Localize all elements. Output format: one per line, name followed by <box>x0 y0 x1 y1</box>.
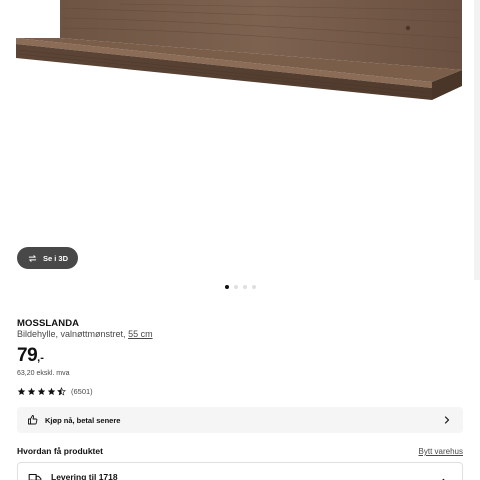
product-name: MOSSLANDA <box>17 318 80 329</box>
star-icon <box>37 387 46 395</box>
product-rating[interactable]: (6501) <box>17 387 93 396</box>
view-in-3d-button[interactable]: Se i 3D <box>17 247 78 269</box>
product-type: Bildehylle, valnøttmønstret, <box>17 329 126 339</box>
star-icon <box>47 387 56 395</box>
star-icon <box>27 387 36 395</box>
carousel-dot-2[interactable] <box>234 285 238 289</box>
product-description: Bildehylle, valnøttmønstret, 55 cm <box>17 329 153 339</box>
fulfillment-heading: Hvordan få produktet <box>17 446 103 456</box>
chevron-right-icon <box>444 416 450 424</box>
delivery-option[interactable]: Levering til 1718 <box>17 462 463 480</box>
truck-icon <box>28 473 42 480</box>
thumbs-up-icon <box>28 415 38 425</box>
buy-now-pay-later-button[interactable]: Kjøp nå, betal senere <box>17 407 463 433</box>
star-half-icon <box>57 387 66 396</box>
carousel-dot-3[interactable] <box>243 285 247 289</box>
carousel-dot-4[interactable] <box>252 285 256 289</box>
shelf-image <box>16 0 462 100</box>
review-count: (6501) <box>71 387 93 396</box>
product-price: 79 ,- <box>17 345 44 367</box>
product-size-link[interactable]: 55 cm <box>128 329 153 339</box>
price-amount: 79 <box>17 345 38 366</box>
price-suffix: ,- <box>37 352 44 364</box>
view-in-3d-label: Se i 3D <box>42 253 68 263</box>
product-image-gallery[interactable]: Se i 3D <box>0 0 480 280</box>
rotate-3d-icon <box>28 254 37 262</box>
price-ex-vat: 63,20 ekskl. mva <box>17 370 70 377</box>
star-icon <box>17 387 26 395</box>
change-store-link[interactable]: Bytt varehus <box>419 447 463 456</box>
next-image-peek <box>474 0 480 280</box>
chevron-right-icon <box>442 478 445 480</box>
carousel-indicator <box>225 285 256 289</box>
delivery-label: Levering til 1718 <box>51 472 118 480</box>
carousel-dot-1[interactable] <box>225 285 229 289</box>
buy-now-label: Kjøp nå, betal senere <box>45 415 121 425</box>
